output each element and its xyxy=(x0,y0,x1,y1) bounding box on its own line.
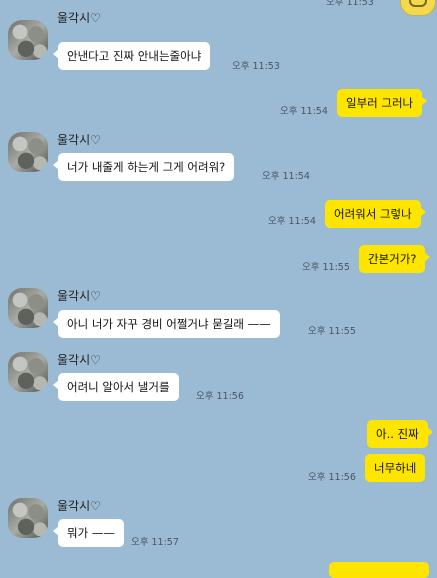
message-time: 오후 11:55 xyxy=(302,262,350,273)
message-time: 오후 11:53 xyxy=(326,0,374,8)
emoticon-button[interactable] xyxy=(400,0,436,16)
outgoing-message-bubble[interactable]: 아.. 진짜 xyxy=(367,420,433,448)
outgoing-message-bubble[interactable]: 일부러 그러나 xyxy=(337,89,428,117)
contact-avatar[interactable] xyxy=(8,352,48,392)
incoming-message-bubble[interactable]: 너가 내줄게 하는게 그게 어려워? xyxy=(52,153,235,181)
message-time: 오후 11:53 xyxy=(232,61,280,72)
outgoing-message-bubble[interactable]: 어려워서 그렇나 xyxy=(325,200,426,228)
emoticon-icon xyxy=(409,0,427,7)
contact-name: 울각시♡ xyxy=(57,353,101,367)
message-time: 오후 11:56 xyxy=(196,391,244,402)
contact-avatar[interactable] xyxy=(8,498,48,538)
message-time: 오후 11:54 xyxy=(262,171,310,182)
contact-name: 울각시♡ xyxy=(57,289,101,303)
incoming-message-bubble[interactable]: 뭐가 —— xyxy=(53,519,124,547)
incoming-message-bubble[interactable]: 안낸다고 진짜 안내는줄아냐 xyxy=(52,42,211,70)
message-time: 오후 11:54 xyxy=(268,216,316,227)
contact-avatar[interactable] xyxy=(8,132,48,172)
incoming-message-bubble[interactable]: 어려니 알아서 낼거를 xyxy=(53,373,179,401)
outgoing-message-bubble[interactable]: 간본거가? xyxy=(359,245,431,273)
message-time: 오후 11:54 xyxy=(280,106,328,117)
contact-name: 울각시♡ xyxy=(57,11,101,25)
contact-avatar[interactable] xyxy=(8,20,48,60)
contact-name: 울각시♡ xyxy=(57,499,101,513)
message-time: 오후 11:56 xyxy=(308,472,356,483)
outgoing-message-bubble[interactable] xyxy=(329,562,429,578)
outgoing-message-bubble[interactable]: 너무하네 xyxy=(365,454,426,482)
message-time: 오후 11:55 xyxy=(308,326,356,337)
chat-room[interactable]: 오후 11:53 울각시♡ 안낸다고 진짜 안내는줄아냐 오후 11:53 오후… xyxy=(0,0,437,578)
contact-name: 울각시♡ xyxy=(57,133,101,147)
message-time: 오후 11:57 xyxy=(131,537,179,548)
incoming-message-bubble[interactable]: 아니 너가 자꾸 경비 어쩔거냐 묻길래 —— xyxy=(53,310,280,338)
contact-avatar[interactable] xyxy=(8,288,48,328)
